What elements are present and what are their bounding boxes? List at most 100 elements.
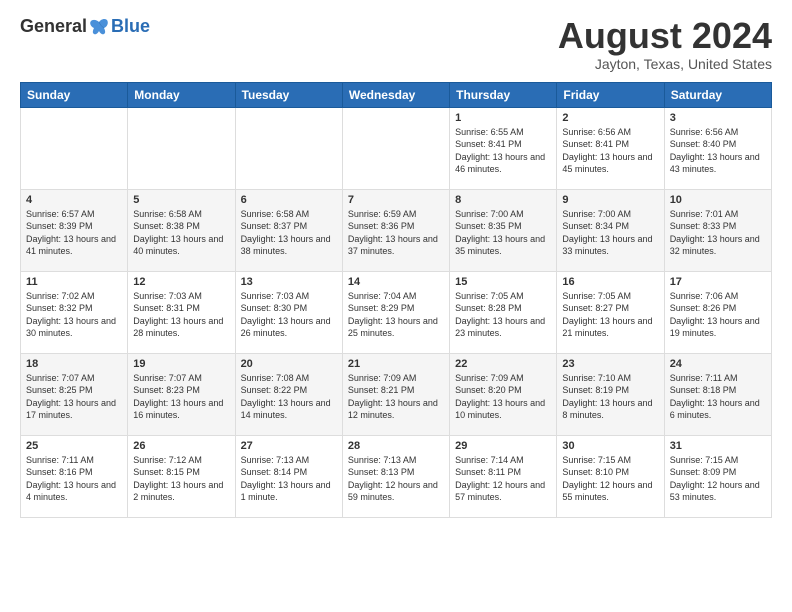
calendar-cell: 29 Sunrise: 7:14 AM Sunset: 8:11 PM Dayli…	[450, 435, 557, 517]
day-info: Sunrise: 6:56 AM Sunset: 8:41 PM Dayligh…	[562, 126, 658, 176]
day-number: 3	[670, 112, 766, 124]
day-info: Sunrise: 7:02 AM Sunset: 8:32 PM Dayligh…	[26, 290, 122, 340]
day-number: 27	[241, 440, 337, 452]
calendar-cell: 28Sunrise: 7:13 AM Sunset: 8:13 PM Dayli…	[342, 435, 449, 517]
calendar-row-4: 18 Sunrise: 7:07 AM Sunset: 8:25 PM Dayli…	[21, 353, 772, 435]
location: Jayton, Texas, United States	[558, 56, 772, 72]
day-number: 13	[241, 276, 337, 288]
calendar-cell	[128, 107, 235, 189]
day-number: 29	[455, 440, 551, 452]
calendar-cell: 9Sunrise: 7:00 AM Sunset: 8:34 PM Daylig…	[557, 189, 664, 271]
day-number: 21	[348, 358, 444, 370]
day-number: 7	[348, 194, 444, 206]
calendar-cell: 17 Sunrise: 7:06 AM Sunset: 8:26 PM Dayli…	[664, 271, 771, 353]
day-number: 24	[670, 358, 766, 370]
calendar-cell: 2Sunrise: 6:56 AM Sunset: 8:41 PM Daylig…	[557, 107, 664, 189]
day-info: Sunrise: 7:12 AM Sunset: 8:15 PM Dayligh…	[133, 454, 229, 504]
logo-general: General	[20, 16, 87, 37]
day-info: Sunrise: 7:09 AM Sunset: 8:20 PM Dayligh…	[455, 372, 551, 422]
calendar-cell: 7 Sunrise: 6:59 AM Sunset: 8:36 PM Daylig…	[342, 189, 449, 271]
day-info: Sunrise: 6:59 AM Sunset: 8:36 PM Dayligh…	[348, 208, 444, 258]
day-number: 10	[670, 194, 766, 206]
calendar-cell: 27 Sunrise: 7:13 AM Sunset: 8:14 PM Dayli…	[235, 435, 342, 517]
calendar-cell: 31 Sunrise: 7:15 AM Sunset: 8:09 PM Dayli…	[664, 435, 771, 517]
day-info: Sunrise: 6:58 AM Sunset: 8:38 PM Dayligh…	[133, 208, 229, 258]
day-info: Sunrise: 7:00 AM Sunset: 8:35 PM Dayligh…	[455, 208, 551, 258]
day-info: Sunrise: 7:08 AM Sunset: 8:22 PM Dayligh…	[241, 372, 337, 422]
day-number: 22	[455, 358, 551, 370]
day-number: 18	[26, 358, 122, 370]
calendar-cell: 21Sunrise: 7:09 AM Sunset: 8:21 PM Dayli…	[342, 353, 449, 435]
day-info: Sunrise: 7:14 AM Sunset: 8:11 PM Dayligh…	[455, 454, 551, 504]
day-number: 23	[562, 358, 658, 370]
calendar-cell: 20 Sunrise: 7:08 AM Sunset: 8:22 PM Dayli…	[235, 353, 342, 435]
day-info: Sunrise: 7:13 AM Sunset: 8:13 PM Dayligh…	[348, 454, 444, 504]
day-info: Sunrise: 7:10 AM Sunset: 8:19 PM Dayligh…	[562, 372, 658, 422]
calendar-cell: 4 Sunrise: 6:57 AM Sunset: 8:39 PM Daylig…	[21, 189, 128, 271]
day-info: Sunrise: 7:05 AM Sunset: 8:28 PM Dayligh…	[455, 290, 551, 340]
day-info: Sunrise: 7:15 AM Sunset: 8:09 PM Dayligh…	[670, 454, 766, 504]
calendar-cell: 24 Sunrise: 7:11 AM Sunset: 8:18 PM Dayli…	[664, 353, 771, 435]
calendar-cell: 10 Sunrise: 7:01 AM Sunset: 8:33 PM Dayli…	[664, 189, 771, 271]
calendar-cell: 12Sunrise: 7:03 AM Sunset: 8:31 PM Dayli…	[128, 271, 235, 353]
calendar-cell: 8 Sunrise: 7:00 AM Sunset: 8:35 PM Daylig…	[450, 189, 557, 271]
calendar-cell: 3 Sunrise: 6:56 AM Sunset: 8:40 PM Daylig…	[664, 107, 771, 189]
calendar-cell	[21, 107, 128, 189]
day-info: Sunrise: 7:11 AM Sunset: 8:16 PM Dayligh…	[26, 454, 122, 504]
calendar-cell: 25 Sunrise: 7:11 AM Sunset: 8:16 PM Dayli…	[21, 435, 128, 517]
page-container: General Blue August 2024 Jayton, Texas, …	[0, 0, 792, 612]
day-number: 19	[133, 358, 229, 370]
day-number: 4	[26, 194, 122, 206]
day-number: 26	[133, 440, 229, 452]
month-title: August 2024	[558, 16, 772, 56]
calendar-cell: 30Sunrise: 7:15 AM Sunset: 8:10 PM Dayli…	[557, 435, 664, 517]
logo-blue: Blue	[111, 16, 150, 37]
col-monday: Monday	[128, 82, 235, 107]
calendar-cell: 1 Sunrise: 6:55 AM Sunset: 8:41 PM Daylig…	[450, 107, 557, 189]
day-info: Sunrise: 7:11 AM Sunset: 8:18 PM Dayligh…	[670, 372, 766, 422]
calendar-cell: 16 Sunrise: 7:05 AM Sunset: 8:27 PM Dayli…	[557, 271, 664, 353]
day-info: Sunrise: 7:05 AM Sunset: 8:27 PM Dayligh…	[562, 290, 658, 340]
calendar-cell: 19Sunrise: 7:07 AM Sunset: 8:23 PM Dayli…	[128, 353, 235, 435]
day-info: Sunrise: 7:04 AM Sunset: 8:29 PM Dayligh…	[348, 290, 444, 340]
day-info: Sunrise: 7:06 AM Sunset: 8:26 PM Dayligh…	[670, 290, 766, 340]
day-number: 8	[455, 194, 551, 206]
day-info: Sunrise: 7:15 AM Sunset: 8:10 PM Dayligh…	[562, 454, 658, 504]
calendar-cell: 6Sunrise: 6:58 AM Sunset: 8:37 PM Daylig…	[235, 189, 342, 271]
day-number: 1	[455, 112, 551, 124]
calendar-row-2: 4 Sunrise: 6:57 AM Sunset: 8:39 PM Daylig…	[21, 189, 772, 271]
calendar-cell: 18 Sunrise: 7:07 AM Sunset: 8:25 PM Dayli…	[21, 353, 128, 435]
calendar-cell: 15 Sunrise: 7:05 AM Sunset: 8:28 PM Dayli…	[450, 271, 557, 353]
logo: General Blue	[20, 16, 150, 37]
day-number: 17	[670, 276, 766, 288]
day-info: Sunrise: 6:55 AM Sunset: 8:41 PM Dayligh…	[455, 126, 551, 176]
calendar-header-row: Sunday Monday Tuesday Wednesday Thursday…	[21, 82, 772, 107]
day-info: Sunrise: 7:01 AM Sunset: 8:33 PM Dayligh…	[670, 208, 766, 258]
day-number: 31	[670, 440, 766, 452]
day-number: 15	[455, 276, 551, 288]
calendar-cell: 11 Sunrise: 7:02 AM Sunset: 8:32 PM Dayli…	[21, 271, 128, 353]
day-number: 20	[241, 358, 337, 370]
calendar-cell: 23 Sunrise: 7:10 AM Sunset: 8:19 PM Dayli…	[557, 353, 664, 435]
day-info: Sunrise: 7:13 AM Sunset: 8:14 PM Dayligh…	[241, 454, 337, 504]
calendar-cell: 22 Sunrise: 7:09 AM Sunset: 8:20 PM Dayli…	[450, 353, 557, 435]
day-info: Sunrise: 7:07 AM Sunset: 8:25 PM Dayligh…	[26, 372, 122, 422]
day-number: 16	[562, 276, 658, 288]
calendar-table: Sunday Monday Tuesday Wednesday Thursday…	[20, 82, 772, 518]
col-saturday: Saturday	[664, 82, 771, 107]
day-number: 6	[241, 194, 337, 206]
day-number: 14	[348, 276, 444, 288]
day-info: Sunrise: 6:57 AM Sunset: 8:39 PM Dayligh…	[26, 208, 122, 258]
day-info: Sunrise: 7:03 AM Sunset: 8:31 PM Dayligh…	[133, 290, 229, 340]
calendar-cell: 26 Sunrise: 7:12 AM Sunset: 8:15 PM Dayli…	[128, 435, 235, 517]
day-number: 25	[26, 440, 122, 452]
title-section: August 2024 Jayton, Texas, United States	[558, 16, 772, 72]
day-info: Sunrise: 7:00 AM Sunset: 8:34 PM Dayligh…	[562, 208, 658, 258]
calendar-cell	[235, 107, 342, 189]
col-wednesday: Wednesday	[342, 82, 449, 107]
day-info: Sunrise: 6:56 AM Sunset: 8:40 PM Dayligh…	[670, 126, 766, 176]
day-number: 11	[26, 276, 122, 288]
calendar-cell: 5Sunrise: 6:58 AM Sunset: 8:38 PM Daylig…	[128, 189, 235, 271]
calendar-row-3: 11 Sunrise: 7:02 AM Sunset: 8:32 PM Dayli…	[21, 271, 772, 353]
col-sunday: Sunday	[21, 82, 128, 107]
